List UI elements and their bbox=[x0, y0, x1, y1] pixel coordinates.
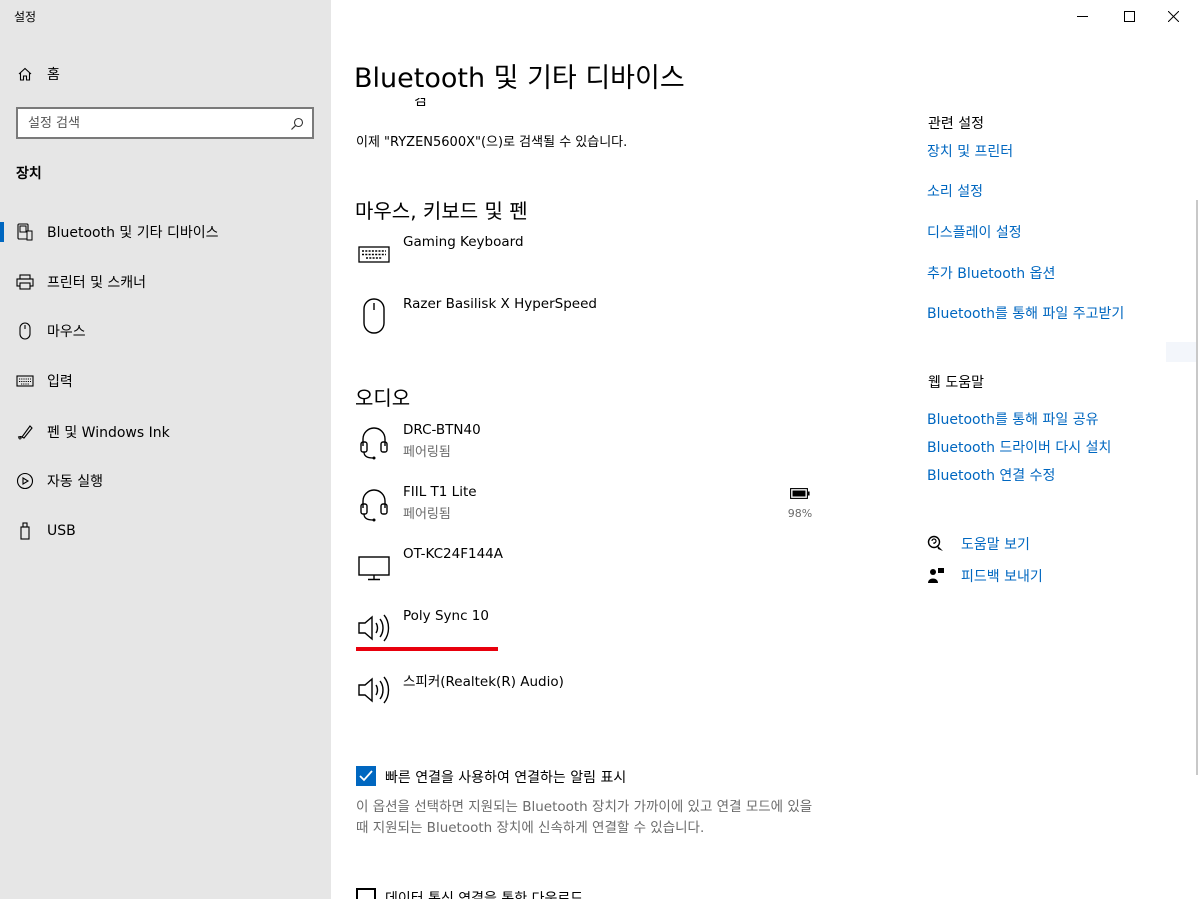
section-title-input-devices: 마우스, 키보드 및 펜 bbox=[355, 199, 528, 223]
device-item[interactable]: Razer Basilisk X HyperSpeed bbox=[355, 296, 825, 346]
device-name: Gaming Keyboard bbox=[403, 234, 524, 250]
page-title: Bluetooth 및 기타 디바이스 bbox=[354, 63, 685, 94]
feedback-label: 피드백 보내기 bbox=[961, 569, 1043, 585]
device-item[interactable]: Gaming Keyboard bbox=[355, 234, 825, 284]
link-display-settings[interactable]: 디스플레이 설정 bbox=[927, 222, 1022, 242]
feedback-link[interactable]: 피드백 보내기 bbox=[927, 566, 1043, 586]
sidebar-section-header: 장치 bbox=[16, 166, 42, 182]
device-name: 스피커(Realtek(R) Audio) bbox=[403, 674, 564, 690]
discoverable-text: 이제 "RYZEN5600X"(으)로 검색될 수 있습니다. bbox=[356, 135, 628, 150]
web-help-title: 웹 도움말 bbox=[928, 375, 984, 391]
mouse-icon bbox=[355, 296, 393, 336]
sidebar-item-label: 입력 bbox=[47, 374, 73, 390]
search-box[interactable] bbox=[16, 107, 314, 139]
sidebar-item-pen[interactable]: 펜 및 Windows Ink bbox=[0, 412, 331, 452]
search-input[interactable] bbox=[28, 113, 278, 133]
get-help-link[interactable]: 도움말 보기 bbox=[927, 534, 1030, 554]
link-send-receive-files[interactable]: Bluetooth를 통해 파일 주고받기 bbox=[927, 303, 1124, 323]
minimize-button[interactable] bbox=[1059, 0, 1105, 32]
device-status: 페어링됨 bbox=[403, 445, 451, 460]
headset-icon bbox=[355, 484, 393, 524]
active-indicator bbox=[0, 222, 4, 242]
device-item[interactable]: DRC-BTN40 페어링됨 bbox=[355, 422, 825, 472]
sidebar-item-typing[interactable]: 입력 bbox=[0, 361, 331, 401]
maximize-icon bbox=[1123, 7, 1135, 26]
keyboard-icon bbox=[355, 234, 393, 274]
usb-icon bbox=[16, 522, 34, 540]
sidebar-item-label: 프린터 및 스캐너 bbox=[47, 275, 147, 291]
battery-indicator: 98% bbox=[785, 484, 815, 520]
device-name: FIIL T1 Lite bbox=[403, 484, 477, 500]
sidebar-item-usb[interactable]: USB bbox=[0, 511, 331, 551]
nav-home-label: 홈 bbox=[47, 67, 60, 83]
nav-home[interactable]: 홈 bbox=[0, 54, 331, 94]
bluetooth-devices-icon bbox=[16, 223, 34, 241]
swift-pair-label[interactable]: 빠른 연결을 사용하여 연결하는 알림 표시 bbox=[385, 767, 626, 787]
device-item[interactable]: OT-KC24F144A bbox=[355, 546, 825, 596]
sidebar-item-printers[interactable]: 프린터 및 스캐너 bbox=[0, 262, 331, 302]
pen-icon bbox=[16, 423, 34, 441]
sidebar-item-autoplay[interactable]: 자동 실행 bbox=[0, 461, 331, 501]
sidebar-item-bluetooth[interactable]: Bluetooth 및 기타 디바이스 bbox=[0, 212, 331, 252]
window-title: 설정 bbox=[14, 10, 37, 24]
sidebar-item-label: USB bbox=[47, 523, 76, 539]
get-help-label: 도움말 보기 bbox=[961, 537, 1030, 553]
device-item[interactable]: 스피커(Realtek(R) Audio) bbox=[355, 670, 825, 720]
link-sound-settings[interactable]: 소리 설정 bbox=[927, 181, 983, 201]
speaker-icon bbox=[355, 608, 393, 648]
link-fix-connection[interactable]: Bluetooth 연결 수정 bbox=[927, 465, 1055, 485]
metered-download-label[interactable]: 데이터 통신 연결을 통한 다운로드 bbox=[385, 888, 583, 899]
device-name: Razer Basilisk X HyperSpeed bbox=[403, 296, 597, 312]
device-item[interactable]: FIIL T1 Lite 페어링됨 98% bbox=[355, 484, 825, 534]
swift-pair-checkbox[interactable] bbox=[356, 766, 376, 786]
maximize-button[interactable] bbox=[1106, 0, 1152, 32]
sidebar-item-mouse[interactable]: 마우스 bbox=[0, 311, 331, 351]
sidebar-item-label: 펜 및 Windows Ink bbox=[47, 425, 170, 441]
link-reinstall-driver[interactable]: Bluetooth 드라이버 다시 설치 bbox=[927, 437, 1111, 457]
scroll-hint bbox=[1166, 342, 1196, 362]
related-settings-title: 관련 설정 bbox=[928, 116, 984, 132]
link-more-bluetooth-options[interactable]: 추가 Bluetooth 옵션 bbox=[927, 263, 1055, 283]
link-devices-printers[interactable]: 장치 및 프린터 bbox=[927, 141, 1013, 161]
printer-icon bbox=[16, 273, 34, 291]
feedback-icon bbox=[927, 567, 945, 585]
sidebar-item-label: 마우스 bbox=[47, 324, 86, 340]
battery-percent: 98% bbox=[787, 507, 813, 520]
device-name: DRC-BTN40 bbox=[403, 422, 481, 438]
sidebar-item-label: 자동 실행 bbox=[47, 474, 103, 490]
checkmark-icon bbox=[359, 767, 373, 786]
keyboard-icon bbox=[16, 372, 34, 390]
metered-download-checkbox[interactable] bbox=[356, 888, 376, 899]
section-title-audio: 오디오 bbox=[355, 386, 411, 410]
battery-icon bbox=[790, 484, 810, 503]
device-status: 페어링됨 bbox=[403, 507, 451, 522]
minimize-icon bbox=[1076, 7, 1088, 26]
close-icon bbox=[1167, 7, 1179, 26]
mouse-icon bbox=[16, 322, 34, 340]
home-icon bbox=[16, 65, 34, 83]
link-share-files[interactable]: Bluetooth를 통해 파일 공유 bbox=[927, 409, 1098, 429]
sidebar: 설정 홈 장치 Bluetooth 및 기타 디바이스 프린터 및 스캐너 마우… bbox=[0, 0, 331, 899]
search-icon[interactable] bbox=[290, 116, 304, 135]
help-chat-icon bbox=[927, 535, 945, 553]
close-button[interactable] bbox=[1150, 0, 1196, 32]
scrollbar[interactable] bbox=[1196, 200, 1198, 775]
annotation-underline bbox=[356, 647, 498, 651]
headset-icon bbox=[355, 422, 393, 462]
autoplay-icon bbox=[16, 472, 34, 490]
speaker-icon bbox=[355, 670, 393, 710]
device-name: Poly Sync 10 bbox=[403, 608, 489, 624]
swift-pair-description: 이 옵션을 선택하면 지원되는 Bluetooth 장치가 가까이에 있고 연결… bbox=[356, 799, 813, 836]
sidebar-item-label: Bluetooth 및 기타 디바이스 bbox=[47, 225, 219, 241]
monitor-icon bbox=[355, 546, 393, 586]
device-name: OT-KC24F144A bbox=[403, 546, 503, 562]
